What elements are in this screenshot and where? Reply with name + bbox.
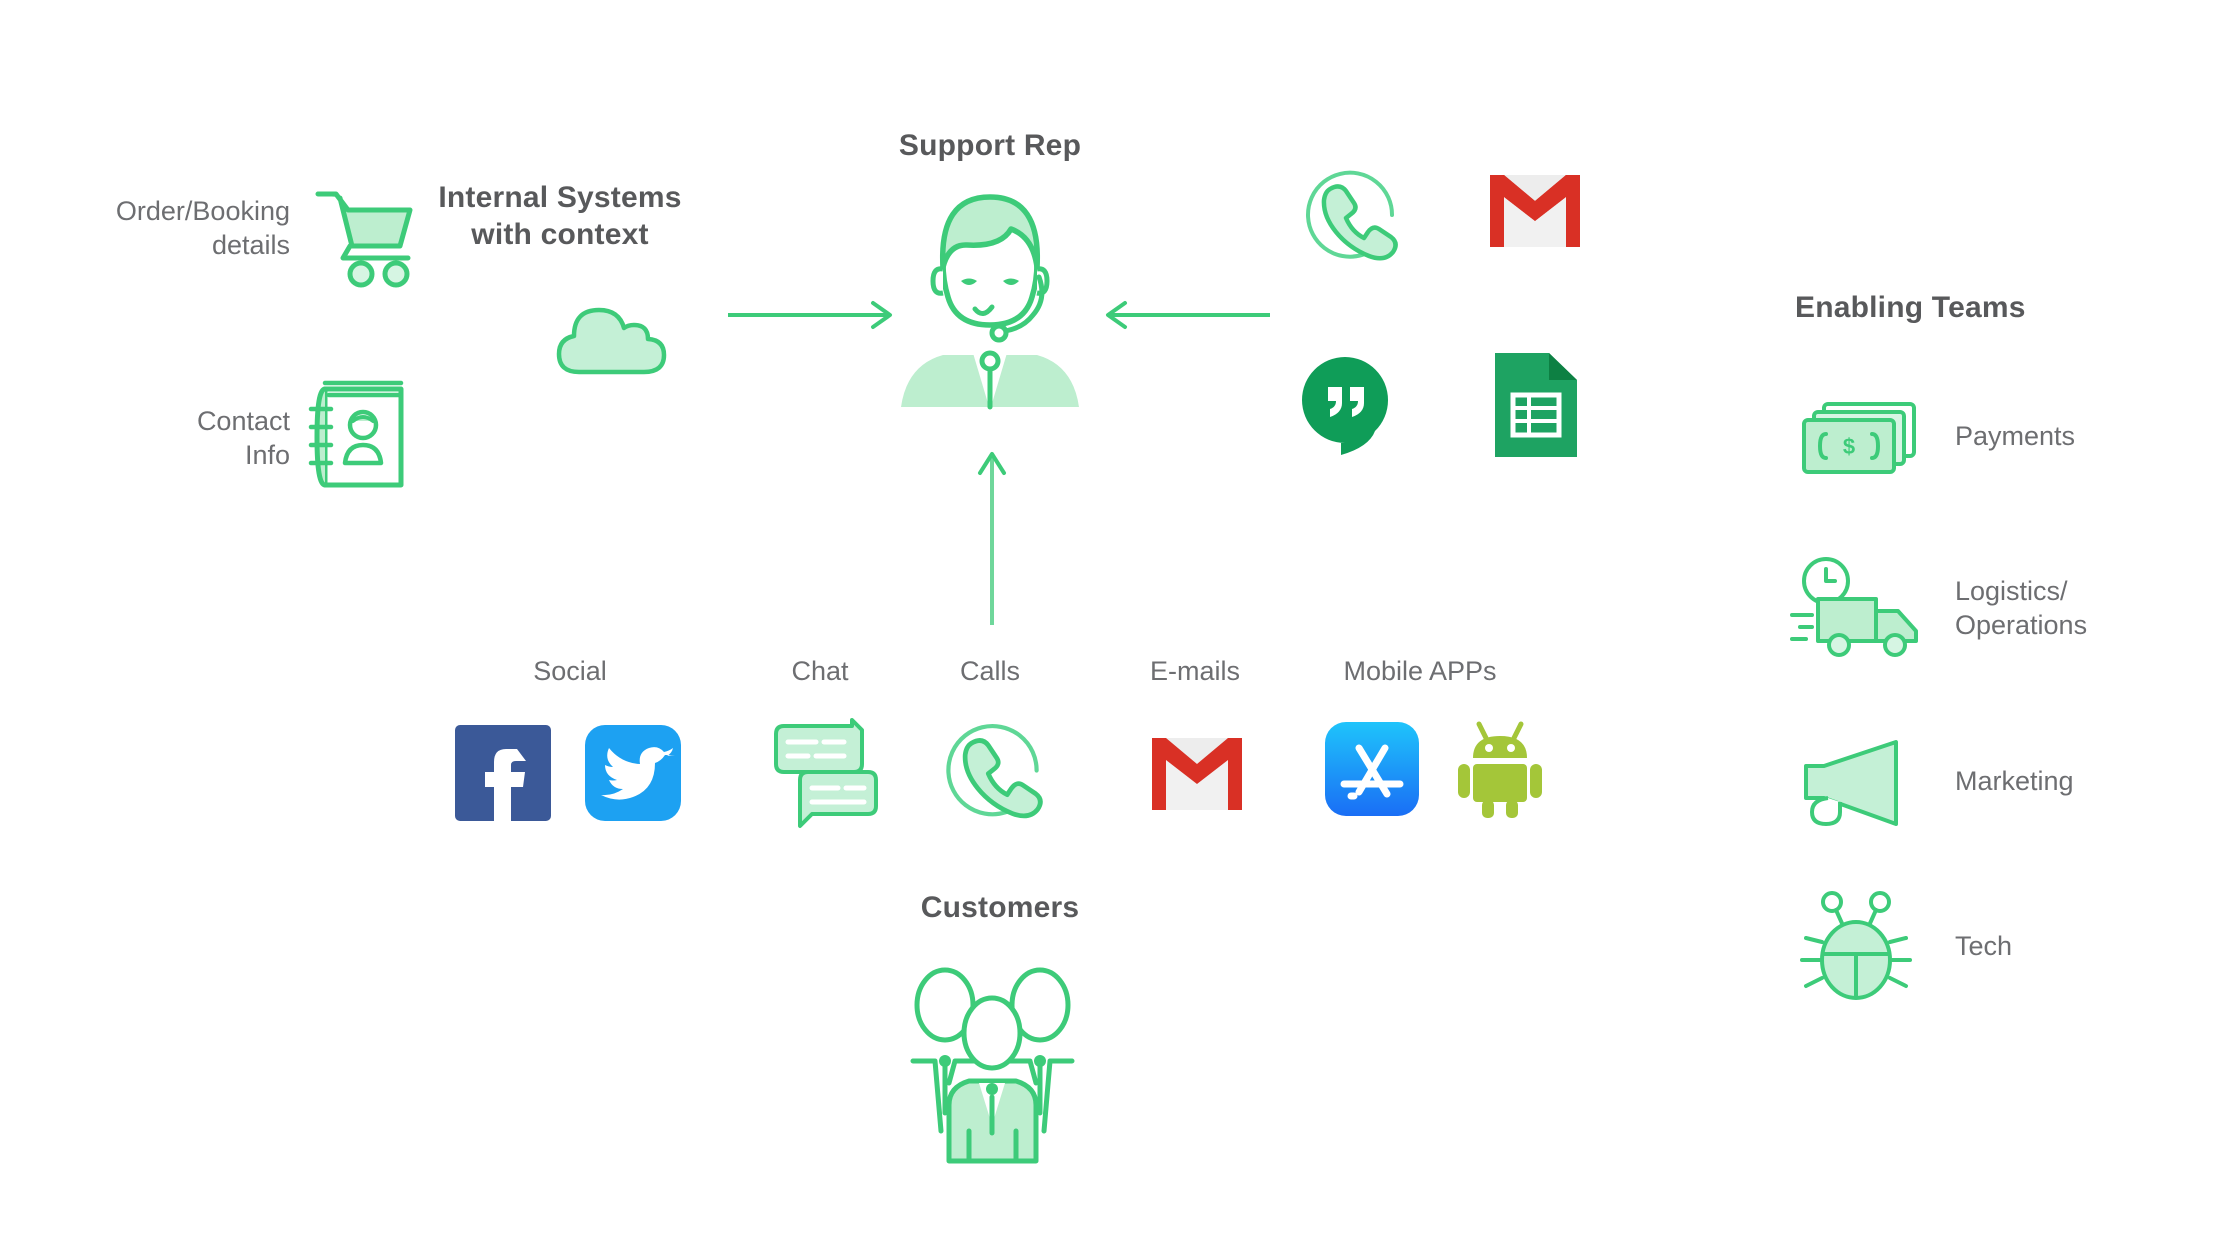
money-icon: $ xyxy=(1800,398,1920,480)
enabling-team-label-marketing: Marketing xyxy=(1955,766,2074,796)
support-rep-label: Support Rep xyxy=(898,129,1082,162)
diagram-canvas: Order/Booking details Contact Info Inter… xyxy=(0,0,2240,1260)
chat-bubbles-icon xyxy=(768,718,883,828)
bug-icon xyxy=(1800,890,1918,1000)
android-icon xyxy=(1455,718,1545,818)
arrow-tools-to-rep xyxy=(1100,295,1270,335)
app-store-icon xyxy=(1325,722,1419,816)
megaphone-icon xyxy=(1800,740,1920,826)
gmail-icon xyxy=(1152,738,1242,810)
hangouts-icon xyxy=(1300,355,1390,455)
customers-group-icon xyxy=(905,965,1080,1165)
contact-info-label: Contact Info xyxy=(196,406,290,470)
enabling-team-label-logistics: Logistics/ Operations xyxy=(1955,576,2088,640)
customers-label: Customers xyxy=(920,891,1080,924)
internal-systems-label: Internal Systems with context xyxy=(438,181,682,251)
arrow-customers-to-rep xyxy=(970,445,1014,630)
phone-circle-icon xyxy=(940,718,1045,823)
gmail-icon xyxy=(1490,175,1580,247)
phone-circle-icon xyxy=(1300,165,1400,265)
channel-label-mobile-apps: Mobile APPs xyxy=(1343,656,1497,686)
channel-label-chat: Chat xyxy=(791,656,849,686)
arrow-internal-to-rep xyxy=(728,295,898,335)
google-sheets-icon xyxy=(1495,353,1577,457)
enabling-team-label-payments: Payments xyxy=(1955,421,2076,451)
contact-book-icon xyxy=(305,375,410,495)
enabling-teams-label: Enabling Teams xyxy=(1795,291,2026,324)
svg-text:$: $ xyxy=(1843,434,1855,459)
channel-label-social: Social xyxy=(533,656,607,686)
order-booking-details-label: Order/Booking details xyxy=(115,196,290,260)
facebook-icon xyxy=(455,725,551,821)
twitter-icon xyxy=(585,725,681,821)
channel-label-calls: Calls xyxy=(959,656,1020,686)
cloud-icon xyxy=(555,300,667,380)
enabling-team-label-tech: Tech xyxy=(1955,931,2013,961)
support-rep-icon xyxy=(895,185,1085,410)
delivery-truck-icon xyxy=(1790,555,1925,660)
